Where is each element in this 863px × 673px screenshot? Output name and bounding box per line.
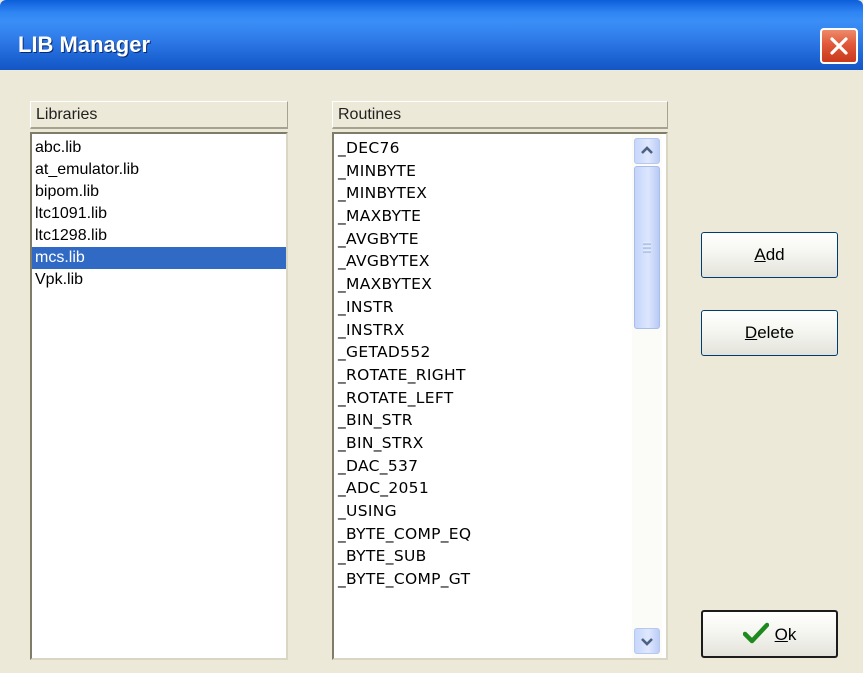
library-item[interactable]: abc.lib <box>32 137 286 159</box>
delete-button-label: Delete <box>744 323 795 342</box>
library-item[interactable]: bipom.lib <box>32 181 286 203</box>
scroll-thumb[interactable] <box>634 166 660 329</box>
routine-item[interactable]: _INSTRX <box>336 319 628 342</box>
library-item[interactable]: Vpk.lib <box>32 269 286 291</box>
routine-item[interactable]: _MINBYTEX <box>336 182 628 205</box>
routine-item[interactable]: _BIN_STRX <box>336 432 628 455</box>
scroll-down-button[interactable] <box>634 628 660 654</box>
library-item[interactable]: at_emulator.lib <box>32 159 286 181</box>
libraries-listbox[interactable]: abc.lib at_emulator.lib bipom.lib ltc1091.l… <box>30 132 288 660</box>
routine-item[interactable]: _BYTE_SUB <box>336 545 628 568</box>
routine-item[interactable]: _AVGBYTEX <box>336 250 628 273</box>
delete-button[interactable]: Delete <box>701 310 838 356</box>
routine-item[interactable]: _DEC76 <box>336 137 628 160</box>
ok-button-label: Ok <box>742 612 796 658</box>
library-item[interactable]: ltc1091.lib <box>32 203 286 225</box>
routine-item[interactable]: _BYTE_COMP_EQ <box>336 523 628 546</box>
routine-item[interactable]: _GETAD552 <box>336 341 628 364</box>
routines-header: Routines <box>332 101 668 129</box>
chevron-down-icon <box>641 638 653 646</box>
window-title: LIB Manager <box>18 32 151 57</box>
library-item[interactable]: ltc1298.lib <box>32 225 286 247</box>
routine-item[interactable]: _BYTE_COMP_GT <box>336 568 628 591</box>
routine-item[interactable]: _BIN_STR <box>336 409 628 432</box>
routine-item[interactable]: _USING <box>336 500 628 523</box>
routine-item[interactable]: _DAC_537 <box>336 455 628 478</box>
routine-item[interactable]: _INSTR <box>336 296 628 319</box>
title-bar[interactable]: LIB Manager <box>0 0 863 70</box>
routine-item[interactable]: _MAXBYTE <box>336 205 628 228</box>
routine-item[interactable]: _MINBYTE <box>336 160 628 183</box>
grip-icon <box>643 242 651 253</box>
routine-item[interactable]: _ROTATE_RIGHT <box>336 364 628 387</box>
add-button-label: Add <box>754 245 785 264</box>
routines-listbox[interactable]: _DEC76 _MINBYTE _MINBYTEX _MAXBYTE _AVGBYTE _… <box>332 132 668 660</box>
routine-item[interactable]: _MAXBYTEX <box>336 273 628 296</box>
chevron-up-icon <box>641 146 653 154</box>
routine-item[interactable]: _AVGBYTE <box>336 228 628 251</box>
routine-item[interactable]: _ADC_2051 <box>336 477 628 500</box>
ok-button[interactable]: Ok <box>701 610 838 658</box>
routine-item[interactable]: _ROTATE_LEFT <box>336 387 628 410</box>
routines-header-label: Routines <box>338 106 402 123</box>
add-button[interactable]: Add <box>701 232 838 278</box>
library-item[interactable]: mcs.lib <box>32 247 286 269</box>
close-icon <box>830 37 848 55</box>
scroll-up-button[interactable] <box>634 138 660 164</box>
libraries-header: Libraries <box>30 101 288 129</box>
routines-scrollbar[interactable] <box>632 134 662 658</box>
close-button[interactable] <box>820 28 858 64</box>
libraries-header-label: Libraries <box>36 106 98 123</box>
checkmark-icon <box>742 622 769 644</box>
